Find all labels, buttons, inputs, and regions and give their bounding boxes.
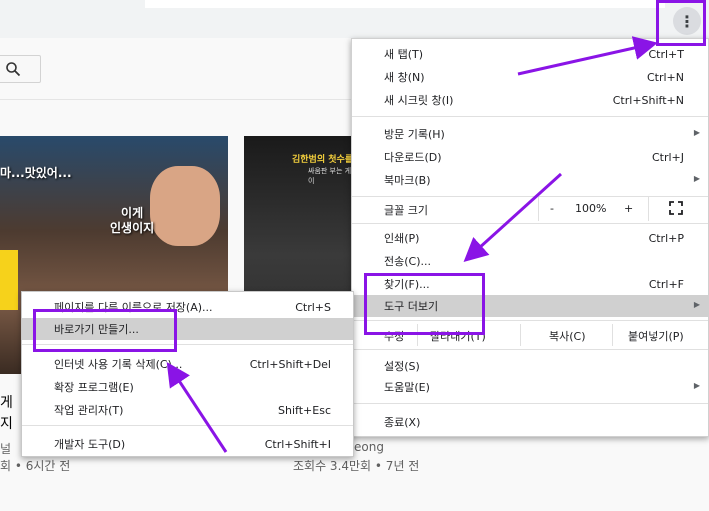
address-bar[interactable] bbox=[145, 0, 665, 8]
video1-title-2[interactable]: 지 bbox=[0, 413, 13, 433]
menu-cast[interactable]: 전송(C)... bbox=[352, 250, 708, 272]
menu-help[interactable]: 도움말(E) ▶ bbox=[352, 376, 708, 398]
browser-toolbar: ⋮ bbox=[0, 0, 709, 38]
menu-bookmarks[interactable]: 북마크(B) ▶ bbox=[352, 169, 708, 191]
submenu-extensions[interactable]: 확장 프로그램(E) bbox=[22, 376, 353, 398]
submenu-task-manager[interactable]: 작업 관리자(T) Shift+Esc bbox=[22, 399, 353, 421]
annotation-box-menu bbox=[656, 0, 706, 46]
zoom-out-button[interactable]: - bbox=[550, 202, 554, 215]
zoom-value: 100% bbox=[575, 202, 607, 215]
menu-downloads[interactable]: 다운로드(D) Ctrl+J bbox=[352, 146, 708, 168]
fullscreen-icon[interactable] bbox=[669, 201, 683, 215]
menu-new-tab[interactable]: 새 탭(T) Ctrl+T bbox=[352, 43, 708, 65]
video2-channel[interactable]: eong bbox=[354, 440, 384, 454]
menu-divider bbox=[352, 403, 708, 404]
submenu-arrow-icon: ▶ bbox=[693, 174, 700, 183]
menu-divider bbox=[352, 223, 708, 224]
menu-new-window[interactable]: 새 창(N) Ctrl+N bbox=[352, 66, 708, 88]
video1-title[interactable]: 게 bbox=[0, 392, 13, 412]
zoom-divider bbox=[538, 197, 539, 221]
video2-stats: 조회수 3.4만회 • 7년 전 bbox=[293, 459, 420, 473]
submenu-arrow-icon: ▶ bbox=[693, 381, 700, 390]
submenu-arrow-icon: ▶ bbox=[693, 128, 700, 137]
search-button[interactable] bbox=[0, 55, 41, 83]
zoom-label: 글꼴 크기 bbox=[384, 204, 428, 217]
submenu-divider bbox=[22, 425, 353, 426]
menu-incognito[interactable]: 새 시크릿 창(I) Ctrl+Shift+N bbox=[352, 89, 708, 111]
thumbnail-caption: 마...맛있어... bbox=[0, 166, 72, 180]
menu-exit[interactable]: 종료(X) bbox=[352, 411, 708, 433]
menu-divider bbox=[352, 349, 708, 350]
thumbnail-title: 김한범의 첫수를 bbox=[292, 155, 354, 165]
submenu-clear-browsing-data[interactable]: 인터넷 사용 기록 삭제(C)... Ctrl+Shift+Del bbox=[22, 353, 353, 375]
menu-history[interactable]: 방문 기록(H) ▶ bbox=[352, 123, 708, 145]
menu-print[interactable]: 인쇄(P) Ctrl+P bbox=[352, 227, 708, 249]
submenu-dev-tools[interactable]: 개발자 도구(D) Ctrl+Shift+I bbox=[22, 433, 353, 455]
edit-divider bbox=[520, 324, 521, 346]
submenu-arrow-icon: ▶ bbox=[693, 300, 700, 309]
chrome-main-menu: 새 탭(T) Ctrl+T 새 창(N) Ctrl+N 새 시크릿 창(I) Ctrl… bbox=[351, 38, 709, 437]
zoom-divider bbox=[648, 197, 649, 221]
video1-channel[interactable]: 널 bbox=[0, 440, 11, 457]
thumbnail-caption-2: 이게 인생이지 bbox=[110, 206, 155, 235]
annotation-box-more-tools bbox=[364, 273, 485, 335]
menu-divider bbox=[352, 116, 708, 117]
menu-zoom-row: 글꼴 크기 - 100% + bbox=[352, 197, 708, 221]
annotation-box-create-shortcut bbox=[33, 309, 177, 352]
video1-stats: 회 • 6시간 전 bbox=[0, 459, 71, 473]
thumbnail-subtitle: 싸움판 부는 게이 bbox=[308, 167, 352, 185]
thumbnail-face bbox=[150, 166, 220, 246]
menu-settings[interactable]: 설정(S) bbox=[352, 355, 708, 377]
search-icon bbox=[6, 62, 21, 77]
thumbnail-yellow-text bbox=[0, 250, 18, 310]
zoom-in-button[interactable]: + bbox=[624, 202, 633, 215]
copy-button[interactable]: 복사(C) bbox=[549, 328, 586, 344]
paste-button[interactable]: 붙여넣기(P) bbox=[628, 328, 684, 344]
edit-divider bbox=[612, 324, 613, 346]
